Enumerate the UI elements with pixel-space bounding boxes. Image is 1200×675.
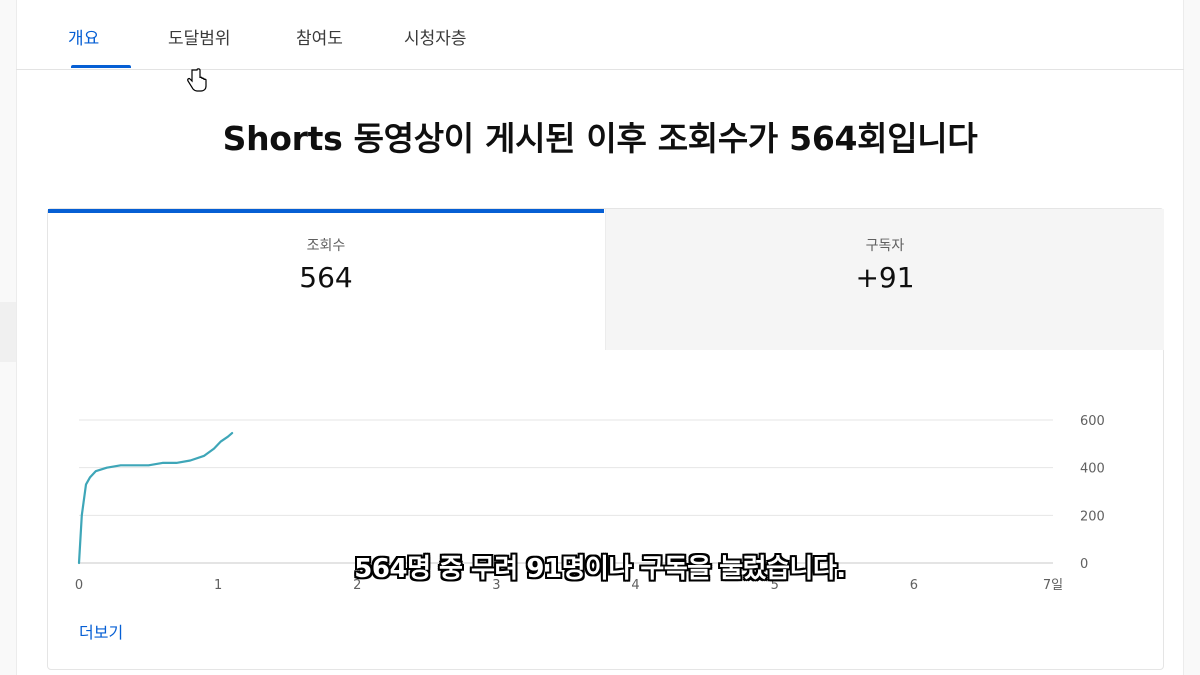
y-tick-label: 200: [1080, 509, 1105, 524]
y-tick-label: 400: [1080, 462, 1105, 477]
y-tick-label: 600: [1080, 414, 1105, 429]
see-more-link[interactable]: 더보기: [79, 619, 123, 643]
series-line-views: [77, 432, 234, 565]
video-subtitle-caption: 564명 중 무려 91명이나 구독을 눌렀습니다.: [354, 554, 846, 584]
